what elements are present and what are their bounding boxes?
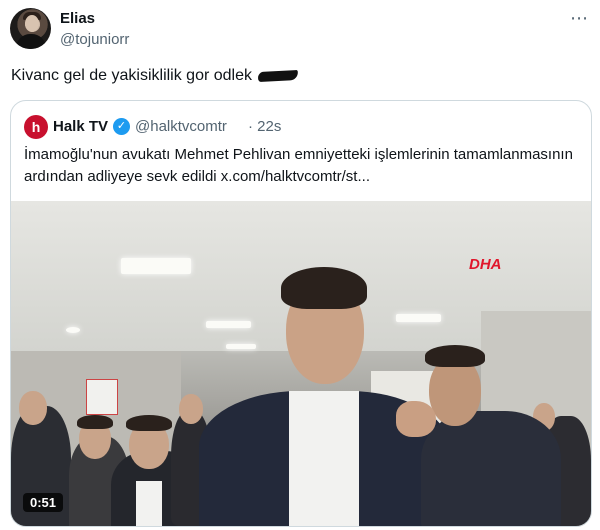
crowd-face: [19, 391, 47, 425]
tweet-text-content: Kivanc gel de yakisiklilik gor odlek: [11, 67, 252, 84]
crowd-shirt: [136, 481, 162, 526]
quoted-tweet-card[interactable]: h Halk TV ✓ @halktvcomtr · 22s İmamoğlu'…: [10, 100, 592, 527]
verified-badge-icon: ✓: [113, 118, 130, 135]
quoted-author-name[interactable]: Halk TV: [53, 118, 108, 135]
more-options-icon[interactable]: ⋯: [570, 8, 589, 29]
main-subject-shirt: [289, 391, 359, 526]
crowd-hair: [77, 415, 113, 429]
dha-watermark: DHA: [469, 256, 502, 273]
tweet: Elias @tojuniorr ⋯ Kivanc gel de yakisik…: [0, 0, 600, 530]
quoted-tweet-text: İmamoğlu'nun avukatı Mehmet Pehlivan emn…: [24, 146, 573, 185]
halk-tv-logo-icon[interactable]: h: [24, 115, 48, 139]
quoted-author-handle[interactable]: @halktvcomtr: [135, 118, 227, 135]
ceiling-light: [121, 258, 191, 274]
author-name[interactable]: Elias: [60, 10, 95, 27]
author-handle[interactable]: @tojuniorr: [60, 31, 129, 48]
author-avatar[interactable]: [10, 8, 51, 49]
ceiling-light: [396, 314, 441, 322]
avatar-shoulder: [16, 34, 46, 49]
no-smoking-sign-icon: [86, 379, 118, 415]
crowd-hair: [126, 415, 172, 431]
right-person-hair: [425, 345, 485, 367]
ceiling-light: [206, 321, 251, 328]
video-duration-badge: 0:51: [23, 493, 64, 512]
tweet-text: Kivanc gel de yakisiklilik gor odlek: [11, 67, 299, 85]
video-player[interactable]: DHA 0:51: [11, 201, 591, 526]
ceiling-light: [66, 327, 80, 333]
hand-on-shoulder: [396, 401, 436, 437]
avatar-face: [25, 15, 39, 32]
main-subject-hair: [281, 267, 367, 309]
quoted-timestamp[interactable]: · 22s: [248, 118, 281, 135]
redaction-scribble: [257, 69, 299, 82]
ceiling-light: [226, 344, 256, 349]
crowd-face: [179, 394, 203, 424]
right-person-suit: [421, 411, 561, 526]
